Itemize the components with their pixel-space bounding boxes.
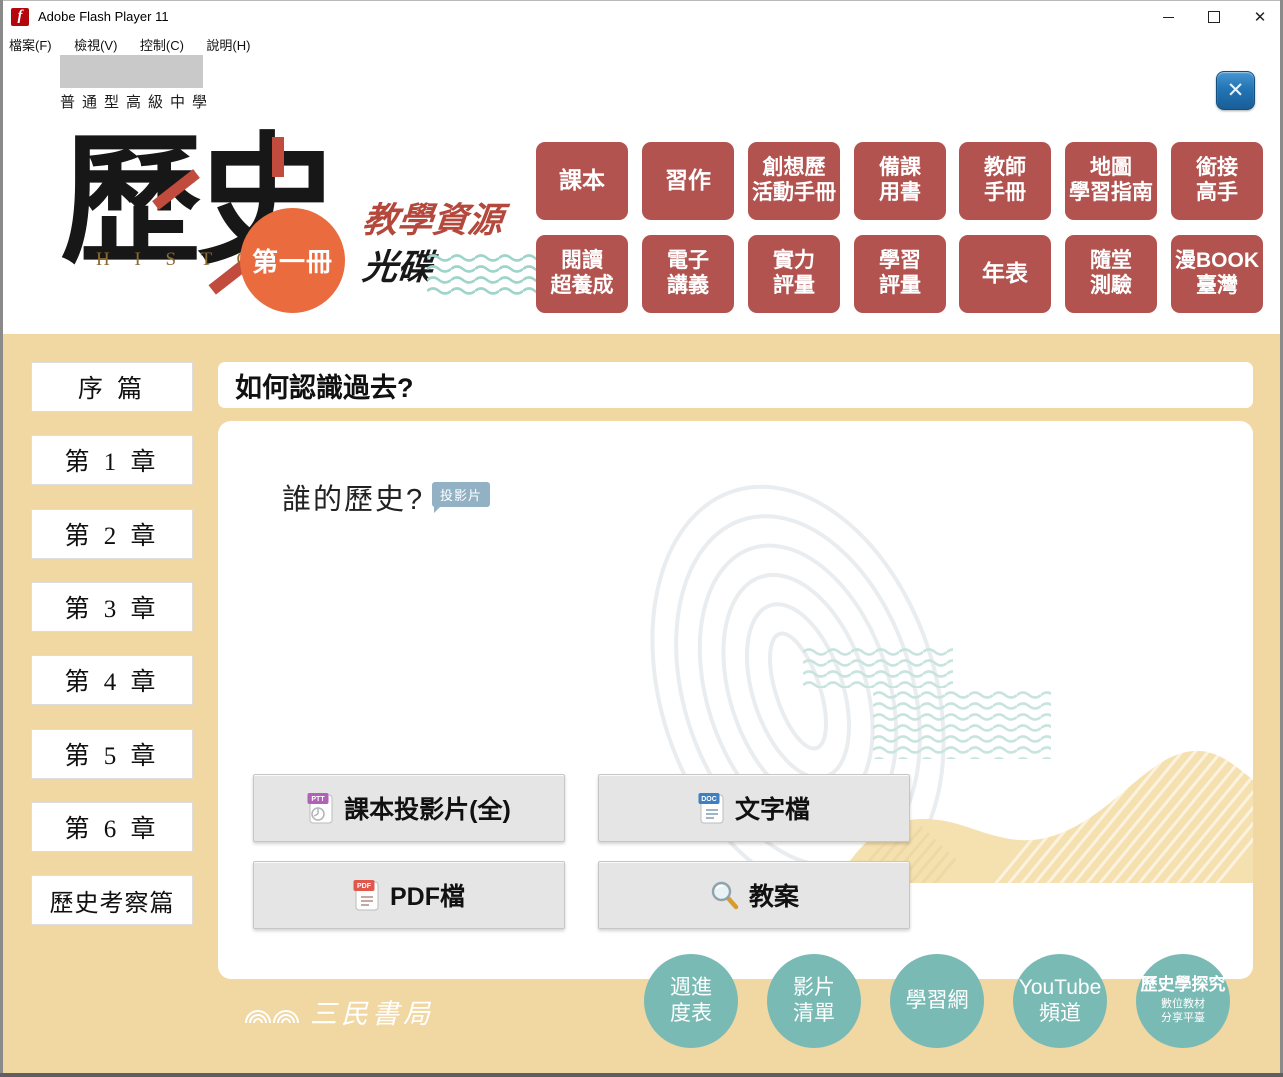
tagline-disc: 光碟: [360, 239, 435, 290]
redacted-logo: [60, 55, 203, 88]
topic-title: 誰的歷史?: [282, 476, 424, 518]
magnifier-icon: [709, 880, 739, 911]
menu-file[interactable]: 檔案(F): [0, 32, 61, 54]
logo-red-accent: [272, 137, 284, 177]
file-button-label: 課本投影片(全): [344, 790, 511, 826]
window-title: Adobe Flash Player 11: [38, 9, 169, 24]
svg-text:PDF: PDF: [357, 883, 372, 890]
section-title: 如何認識過去?: [235, 366, 414, 405]
sidebar-item-chapter-2[interactable]: 第 2 章: [31, 509, 193, 559]
resource-button-workbook[interactable]: 習作: [642, 142, 734, 220]
menu-control[interactable]: 控制(C): [131, 32, 193, 54]
sidebar-item-chapter-5[interactable]: 第 5 章: [31, 729, 193, 779]
resource-button-lesson-prep[interactable]: 備課 用書: [854, 142, 946, 220]
resource-button-comic-taiwan[interactable]: 漫BOOK 臺灣: [1171, 235, 1263, 313]
sidebar-item-preface[interactable]: 序 篇: [31, 362, 193, 412]
publisher-name: 三民書局: [310, 992, 434, 1031]
menu-view[interactable]: 檢視(V): [65, 32, 126, 54]
video-list-circle[interactable]: 影片 清單: [767, 954, 861, 1048]
file-button-label: PDF檔: [390, 877, 465, 913]
volume-badge: 第一冊: [240, 208, 345, 313]
window-border: [0, 0, 3, 1077]
resource-button-e-lecture[interactable]: 電子 講義: [642, 235, 734, 313]
slides-tag: 投影片: [432, 482, 490, 507]
ppt-file-icon: PTT: [307, 792, 334, 825]
flash-player-icon: f: [11, 8, 29, 26]
file-button-label: 文字檔: [735, 790, 810, 826]
wave-decoration: [803, 646, 953, 688]
school-type-label: 普通型高級中學: [60, 91, 214, 112]
svg-text:DOC: DOC: [701, 796, 717, 803]
file-button-label: 教案: [749, 877, 799, 913]
resource-button-learning-test[interactable]: 學習 評量: [854, 235, 946, 313]
tagline-resource: 教學資源: [360, 192, 505, 243]
slides-all-button[interactable]: PTT 課本投影片(全): [253, 774, 565, 842]
text-file-button[interactable]: DOC 文字檔: [598, 774, 910, 842]
weekly-schedule-circle[interactable]: 週進 度表: [644, 954, 738, 1048]
sanmin-arcs-icon: [244, 997, 302, 1027]
lesson-plan-button[interactable]: 教案: [598, 861, 910, 929]
window-border: [0, 1073, 1283, 1077]
resource-button-activity-handbook[interactable]: 創想歷 活動手冊: [748, 142, 840, 220]
resource-button-bridging[interactable]: 銜接 高手: [1171, 142, 1263, 220]
svg-text:PTT: PTT: [312, 796, 326, 803]
resource-button-teacher-manual[interactable]: 教師 手冊: [959, 142, 1051, 220]
pdf-file-icon: PDF: [353, 879, 380, 912]
circle-title: 歷史學探究: [1141, 976, 1226, 995]
resource-button-ability-test[interactable]: 實力 評量: [748, 235, 840, 313]
section-title-bar: 如何認識過去?: [218, 362, 1253, 408]
sidebar-item-chapter-6[interactable]: 第 6 章: [31, 802, 193, 852]
minimize-button[interactable]: [1145, 1, 1191, 33]
resource-button-chronology[interactable]: 年表: [959, 235, 1051, 313]
maximize-button[interactable]: [1191, 1, 1237, 33]
wave-decoration: [427, 252, 547, 296]
resource-button-reading[interactable]: 閱讀 超養成: [536, 235, 628, 313]
sidebar-item-chapter-1[interactable]: 第 1 章: [31, 435, 193, 485]
close-app-button[interactable]: ✕: [1216, 71, 1255, 110]
title-bar: f Adobe Flash Player 11 ✕: [0, 0, 1283, 33]
sidebar-item-chapter-4[interactable]: 第 4 章: [31, 655, 193, 705]
sidebar-item-field-study[interactable]: 歷史考察篇: [31, 875, 193, 925]
content-panel: 誰的歷史? 投影片 PTT 課本投影片(全) DOC 文字檔: [218, 421, 1253, 979]
maximize-icon: [1208, 11, 1220, 23]
close-icon: ✕: [1254, 10, 1267, 25]
resource-button-map-guide[interactable]: 地圖 學習指南: [1065, 142, 1157, 220]
circle-subtitle: 數位教材 分享平臺: [1161, 997, 1205, 1026]
menu-help[interactable]: 說明(H): [197, 32, 259, 54]
close-window-button[interactable]: ✕: [1237, 1, 1283, 33]
pdf-file-button[interactable]: PDF PDF檔: [253, 861, 565, 929]
publisher-logo: 三民書局: [244, 992, 434, 1031]
history-inquiry-circle[interactable]: 歷史學探究 數位教材 分享平臺: [1136, 954, 1230, 1048]
youtube-channel-circle[interactable]: YouTube 頻道: [1013, 954, 1107, 1048]
sidebar-item-chapter-3[interactable]: 第 3 章: [31, 582, 193, 632]
menu-bar: 檔案(F) 檢視(V) 控制(C) 說明(H): [0, 32, 1283, 55]
resource-button-quiz[interactable]: 隨堂 測驗: [1065, 235, 1157, 313]
doc-file-icon: DOC: [698, 792, 725, 825]
flash-player-window: f Adobe Flash Player 11 ✕ 檔案(F) 檢視(V) 控制…: [0, 0, 1283, 1077]
resource-button-textbook[interactable]: 課本: [536, 142, 628, 220]
learning-site-circle[interactable]: 學習網: [890, 954, 984, 1048]
minimize-icon: [1163, 17, 1174, 18]
